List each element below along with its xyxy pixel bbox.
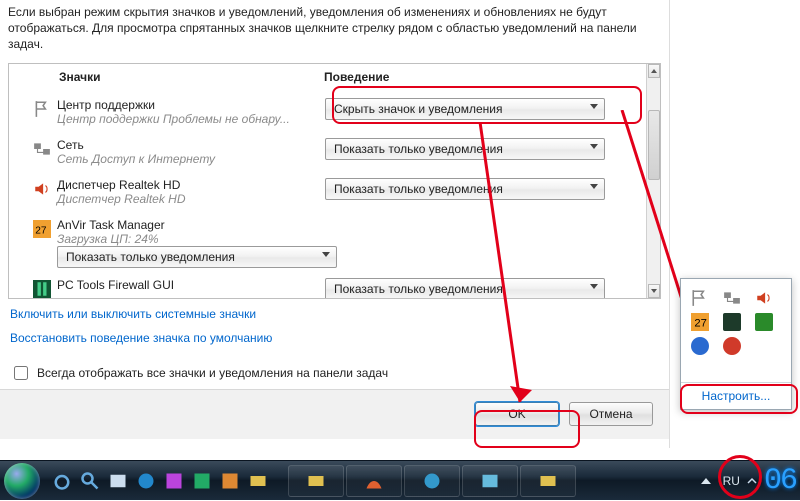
row-anvir-icon: 27 [27, 218, 57, 238]
tray-flag-icon[interactable] [691, 289, 709, 307]
link-restore-defaults[interactable]: Восстановить поведение значка по умолчан… [10, 331, 659, 345]
list-row: Диспетчер Realtek HDДиспетчер Realtek HD… [9, 174, 646, 214]
icon-list: Значки Поведение Центр поддержкиЦентр по… [8, 63, 661, 299]
list-row: Центр поддержкиЦентр поддержки Проблемы … [9, 94, 646, 134]
col-icons: Значки [59, 70, 324, 84]
list-header: Значки Поведение [9, 64, 660, 90]
tray-pct-icon[interactable] [723, 313, 741, 331]
scroll-thumb[interactable] [648, 110, 660, 180]
svg-text:27: 27 [694, 318, 707, 330]
behavior-combo[interactable]: Показать только уведомления [325, 138, 605, 160]
quicklaunch-icon-3[interactable] [108, 471, 128, 491]
row-flag-icon [27, 98, 57, 118]
row-subtitle: Центр поддержки Проблемы не обнару... [57, 112, 325, 126]
tray-customize-link[interactable]: Настроить... [681, 382, 791, 409]
row-title: Диспетчер Realtek HD [57, 178, 325, 192]
tray-network-icon[interactable] [723, 289, 741, 307]
intro-text: Если выбран режим скрытия значков и увед… [0, 0, 669, 63]
scrollbar[interactable] [646, 64, 660, 298]
behavior-combo[interactable]: Скрыть значок и уведомления [325, 98, 605, 120]
behavior-combo[interactable]: Показать только уведомления [325, 178, 605, 200]
col-behavior: Поведение [324, 70, 660, 84]
link-system-icons[interactable]: Включить или выключить системные значки [10, 307, 659, 321]
row-subtitle: Сеть Доступ к Интернету [57, 152, 325, 166]
clock-fragment: 06 [764, 461, 796, 501]
row-title: PC Tools Firewall GUI [57, 278, 325, 292]
tray-green-icon[interactable] [755, 313, 773, 331]
row-subtitle: Диспетчер Realtek HD [57, 192, 325, 206]
task-button-4[interactable] [462, 465, 518, 497]
row-title: Центр поддержки [57, 98, 325, 112]
row-title: Сеть [57, 138, 325, 152]
list-row: PC Tools Firewall GUIПоказать только уве… [9, 274, 646, 299]
notification-area-dialog: Если выбран режим скрытия значков и увед… [0, 0, 670, 448]
taskbar: RU 06 [0, 460, 800, 500]
row-pct-icon [27, 278, 57, 298]
behavior-combo[interactable]: Показать только уведомления [57, 246, 337, 268]
tray-blue-icon[interactable] [691, 337, 709, 355]
scroll-up-button[interactable] [648, 64, 660, 78]
quicklaunch-icon-5[interactable] [164, 471, 184, 491]
quicklaunch-icon-8[interactable] [248, 471, 268, 491]
tray-ccleaner-icon[interactable] [723, 337, 741, 355]
tray-speaker-icon[interactable] [755, 289, 773, 307]
quicklaunch-icon-4[interactable] [136, 471, 156, 491]
start-button[interactable] [4, 463, 40, 499]
task-button-3[interactable] [404, 465, 460, 497]
row-title: AnVir Task Manager [57, 218, 325, 232]
quicklaunch-icon-2[interactable] [80, 471, 100, 491]
quicklaunch-icon-7[interactable] [220, 471, 240, 491]
tray-up-icon[interactable] [746, 475, 758, 487]
dialog-button-bar: OK Отмена [0, 389, 669, 439]
list-row: СетьСеть Доступ к ИнтернетуПоказать толь… [9, 134, 646, 174]
scroll-down-button[interactable] [648, 284, 660, 298]
behavior-combo[interactable]: Показать только уведомления [325, 278, 605, 299]
row-speaker-icon [27, 178, 57, 198]
tray-overflow-popup: 27 Настроить... [680, 278, 792, 410]
list-row: 27 AnVir Task ManagerЗагрузка ЦП: 24%Пока… [9, 214, 646, 274]
tray-chevron-button[interactable] [695, 470, 717, 492]
cancel-button[interactable]: Отмена [569, 402, 653, 426]
svg-text:27: 27 [35, 225, 47, 236]
quicklaunch-icon-6[interactable] [192, 471, 212, 491]
row-subtitle: Загрузка ЦП: 24% [57, 232, 325, 246]
task-button-2[interactable] [346, 465, 402, 497]
quicklaunch-icon-1[interactable] [52, 471, 72, 491]
language-indicator[interactable]: RU [723, 474, 740, 488]
tray-anvir-icon[interactable]: 27 [691, 313, 709, 331]
always-show-label: Всегда отображать все значки и уведомлен… [37, 366, 388, 380]
row-net-icon [27, 138, 57, 158]
ok-button[interactable]: OK [475, 402, 559, 426]
task-button-5[interactable] [520, 465, 576, 497]
task-button-1[interactable] [288, 465, 344, 497]
always-show-checkbox[interactable] [14, 366, 28, 380]
